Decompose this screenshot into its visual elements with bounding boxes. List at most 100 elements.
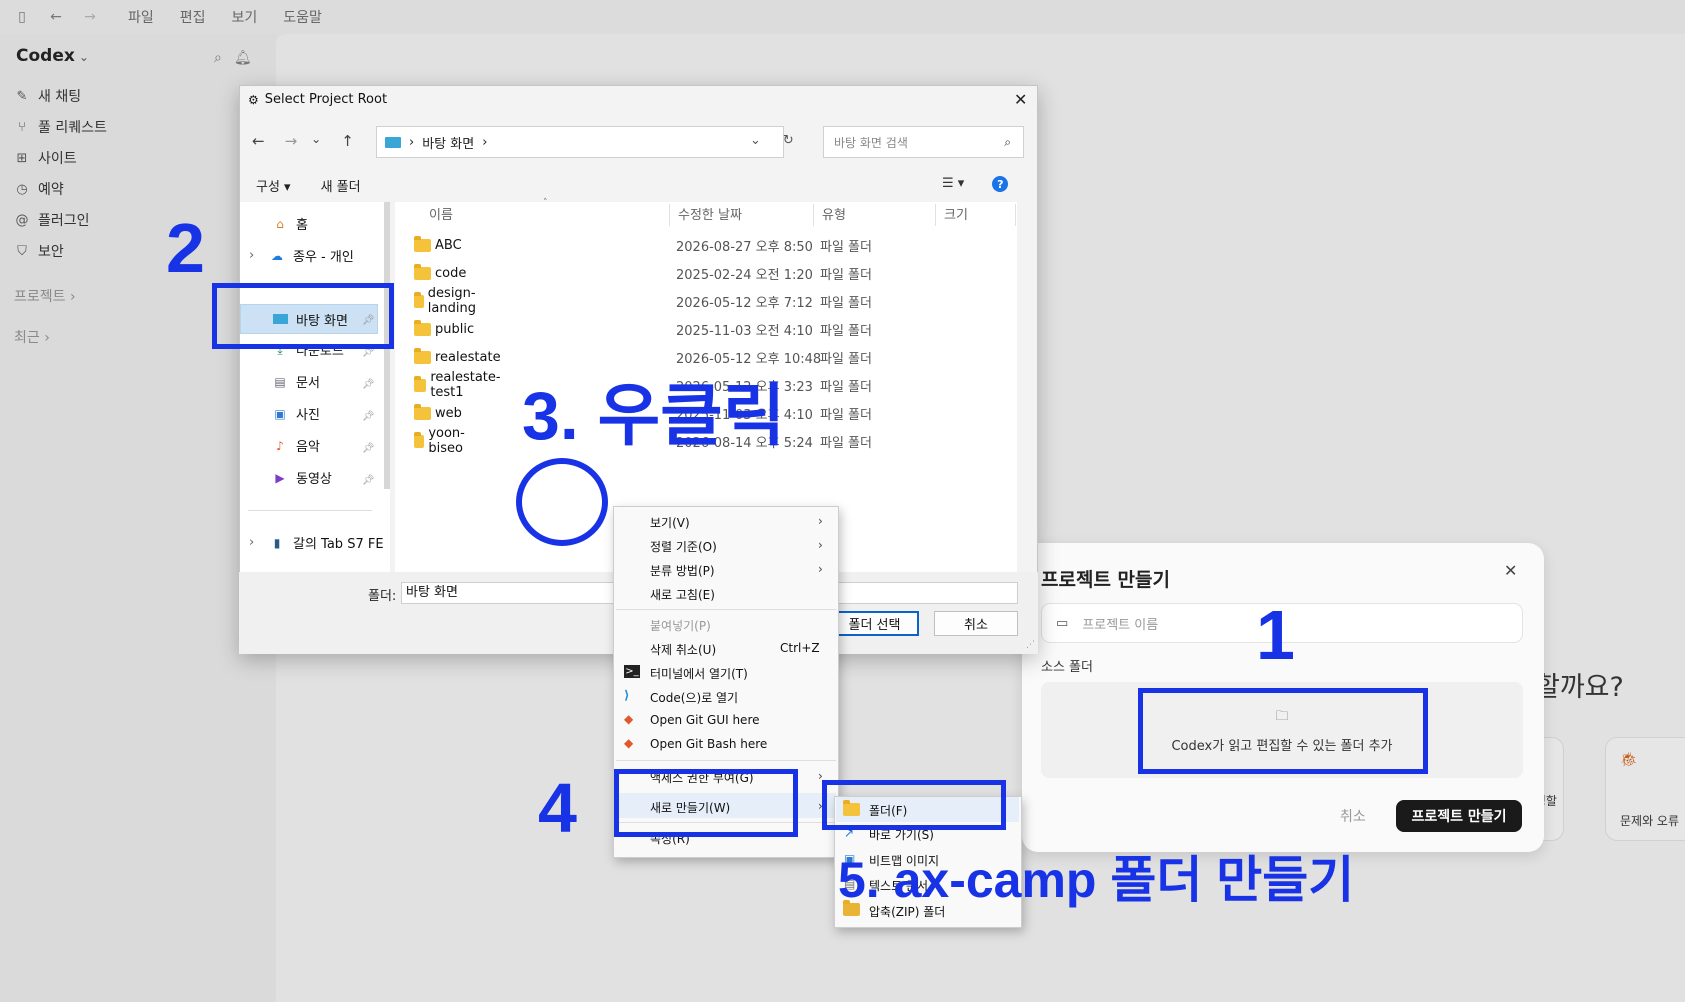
nav-pull-requests[interactable]: ⑂ 풀 리퀘스트 <box>14 117 107 137</box>
app-brand[interactable]: Codex ⌄ <box>16 46 89 66</box>
file-row[interactable]: realestate 2026-05-12 오후 10:48 파일 폴더 <box>414 346 872 368</box>
tablet-icon: ▮ <box>273 535 281 550</box>
ctx-git-gui[interactable]: Open Git GUI here <box>650 713 760 727</box>
dialog-toolbar: 구성 ▾ 새 폴더 <box>256 176 361 195</box>
new-folder-button[interactable]: 새 폴더 <box>321 176 361 195</box>
menu-file[interactable]: 파일 <box>128 7 154 27</box>
up-icon[interactable]: ↑ <box>341 132 354 150</box>
ctx-undo[interactable]: 삭제 취소(U) <box>650 641 716 658</box>
back-icon[interactable]: ← <box>252 132 265 150</box>
col-type[interactable]: 유형 <box>814 204 936 226</box>
tree-item-music[interactable]: ♪ 음악 <box>272 436 320 456</box>
file-row[interactable]: yoon-biseo 2026-08-14 오후 5:24 파일 폴더 <box>414 426 872 456</box>
tree-item-documents[interactable]: ▤ 문서 <box>272 372 320 392</box>
file-row[interactable]: web 2025-11-03 오후 4:10 파일 폴더 <box>414 402 872 424</box>
annotation-box-new <box>614 769 798 837</box>
nav-schedule[interactable]: ◷ 예약 <box>14 179 107 199</box>
file-row[interactable]: realestate-test1 2026-05-12 오후 3:23 파일 폴더 <box>414 370 872 400</box>
sidebar-toggle-icon[interactable]: ▯ <box>12 9 32 25</box>
projects-section[interactable]: 프로젝트 › <box>14 286 76 306</box>
file-date: 2026-08-27 오후 8:50 <box>676 239 813 255</box>
ctx-group[interactable]: 분류 방법(P) <box>650 562 715 579</box>
ctx-terminal[interactable]: 터미널에서 열기(T) <box>650 665 748 682</box>
annotation-step-3: 3. 우클릭 <box>522 378 786 454</box>
chevron-down-icon[interactable]: ⌄ <box>750 133 761 148</box>
create-project-button[interactable]: 프로젝트 만들기 <box>1396 800 1522 832</box>
dialog-title: Select Project Root <box>264 92 388 107</box>
panel-title: 프로젝트 만들기 <box>1041 569 1170 591</box>
close-icon[interactable]: ✕ <box>1014 90 1027 109</box>
chevron-right-icon: › <box>818 538 823 552</box>
music-icon: ♪ <box>276 438 284 453</box>
tree-label: 종우 - 개인 <box>293 250 354 265</box>
file-row[interactable]: code 2025-02-24 오전 1:20 파일 폴더 <box>414 262 872 284</box>
chevron-right-icon: › <box>44 330 50 346</box>
menu-divider <box>616 609 836 610</box>
file-name: code <box>435 265 467 281</box>
bell-icon[interactable]: 🔔︎ <box>234 50 252 66</box>
suggestion-card[interactable]: 🐞︎ 문제와 오류 <box>1605 737 1685 841</box>
forward-icon[interactable]: → <box>285 132 298 150</box>
document-icon: ▤ <box>274 374 286 389</box>
file-row[interactable]: design-landing 2026-05-12 오후 7:12 파일 폴더 <box>414 286 872 316</box>
menu-view[interactable]: 보기 <box>232 7 258 27</box>
nav-new-chat[interactable]: ✎ 새 채팅 <box>14 86 107 106</box>
file-name: design-landing <box>427 286 476 316</box>
tree-item-videos[interactable]: ▶ 동영상 <box>272 468 332 488</box>
resize-grip-icon[interactable]: ⋰ <box>1026 640 1035 650</box>
back-icon[interactable]: ← <box>46 9 66 25</box>
file-name: ABC <box>435 237 462 253</box>
menu-edit[interactable]: 편집 <box>180 7 206 27</box>
col-modified[interactable]: 수정한 날짜 <box>670 204 814 226</box>
annotation-box-desktop <box>212 283 394 349</box>
address-bar[interactable]: › 바탕 화면 › <box>376 126 784 158</box>
ctx-refresh[interactable]: 새로 고침(E) <box>650 586 715 603</box>
bug-icon: 🐞︎ <box>1620 752 1638 768</box>
col-name[interactable]: 이름 <box>395 204 670 226</box>
file-row[interactable]: public 2025-11-03 오전 4:10 파일 폴더 <box>414 318 872 340</box>
dialog-cancel-button[interactable]: 취소 <box>934 611 1018 636</box>
address-path: 바탕 화면 <box>422 136 475 152</box>
tree-item-onedrive[interactable]: › ☁ 종우 - 개인 <box>249 246 354 265</box>
organize-button[interactable]: 구성 ▾ <box>256 176 291 195</box>
ask-heading: 할까요? <box>1535 672 1624 703</box>
address-actions: ⌄ ↻ <box>750 133 794 148</box>
sidebar-tools: ⌕ 🔔︎ <box>214 50 252 66</box>
close-icon[interactable]: ✕ <box>1504 561 1517 580</box>
ctx-sort[interactable]: 정렬 기준(O) <box>650 538 717 555</box>
nav-label: 예약 <box>38 182 64 198</box>
recent-section[interactable]: 최근 › <box>14 327 50 347</box>
breadcrumb-sep-icon: › <box>409 134 415 150</box>
chevron-down-icon[interactable]: ⌄ <box>311 132 321 150</box>
tree-item-pictures[interactable]: ▣ 사진 <box>272 404 320 424</box>
search-icon[interactable]: ⌕ <box>214 50 222 66</box>
menu-divider <box>616 760 836 761</box>
nav-sites[interactable]: ⊞ 사이트 <box>14 148 107 168</box>
pin-icon: 📌︎ <box>362 411 375 422</box>
refresh-icon[interactable]: ↻ <box>783 133 794 148</box>
chevron-right-icon: › <box>818 562 823 576</box>
ctx-code[interactable]: Code(으)로 열기 <box>650 689 738 706</box>
file-row[interactable]: ABC 2026-08-27 오후 8:50 파일 폴더 <box>414 234 872 256</box>
search-input[interactable]: 바탕 화면 검색 ⌕ <box>823 126 1024 158</box>
file-name: web <box>435 405 462 421</box>
nav-security[interactable]: ⛉ 보안 <box>14 241 107 261</box>
menu-help[interactable]: 도움말 <box>283 7 322 27</box>
chevron-down-icon: ⌄ <box>78 50 89 64</box>
tree-item-device[interactable]: › ▮ 갈의 Tab S7 FE <box>249 533 384 552</box>
tree-label: 동영상 <box>296 472 332 487</box>
help-icon[interactable]: ? <box>992 176 1009 192</box>
tree-item-home[interactable]: ⌂ 홈 <box>272 214 308 234</box>
sites-icon: ⊞ <box>16 150 28 166</box>
ctx-git-bash[interactable]: Open Git Bash here <box>650 737 767 751</box>
panel-cancel-button[interactable]: 취소 <box>1340 806 1366 826</box>
file-date: 2025-11-03 오전 4:10 <box>676 323 813 339</box>
file-name: realestate <box>435 349 501 365</box>
chevron-right-icon: › <box>249 535 255 550</box>
col-size[interactable]: 크기 <box>936 204 1016 226</box>
forward-icon[interactable]: → <box>80 9 100 25</box>
nav-plugins[interactable]: @ 플러그인 <box>14 210 107 230</box>
view-options-icon[interactable]: ☰ ▾ <box>942 176 964 192</box>
ctx-view[interactable]: 보기(V) <box>650 514 690 531</box>
select-folder-button[interactable]: 폴더 선택 <box>830 611 919 636</box>
